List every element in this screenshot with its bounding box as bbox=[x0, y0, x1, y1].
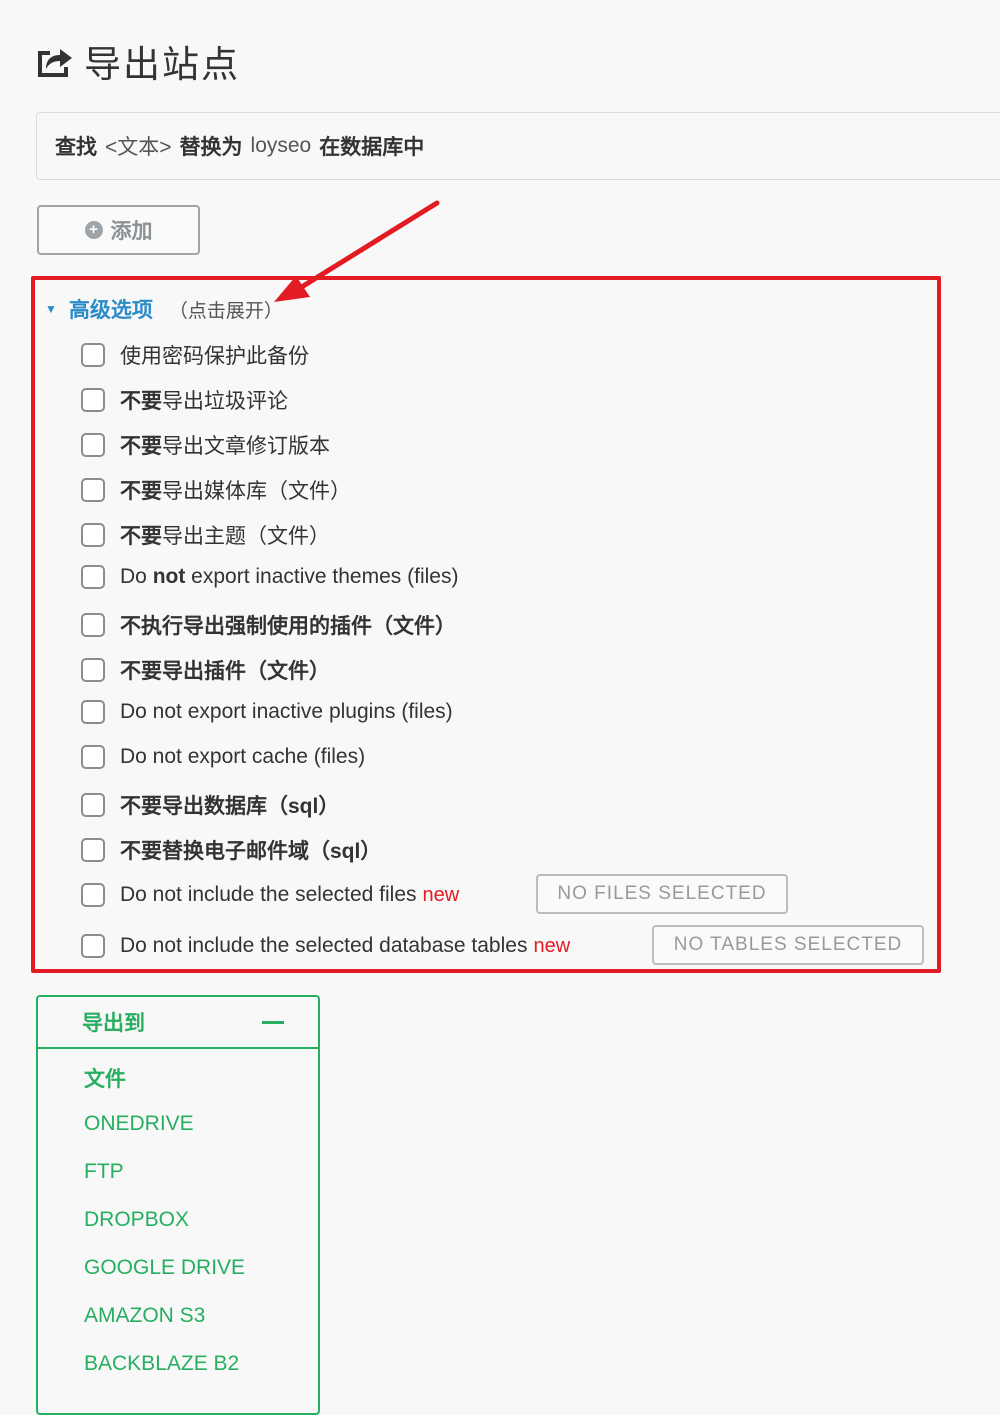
page-title: 导出站点 bbox=[84, 44, 240, 85]
option-label: Do not include the selected database tab… bbox=[120, 934, 528, 957]
option-label: Do not export inactive themes (files) bbox=[120, 565, 459, 588]
checkbox[interactable] bbox=[81, 700, 105, 724]
search-replace-row: 查找 <文本> 替换为 loyseo 在数据库中 bbox=[36, 112, 1000, 180]
option-no-inactive-themes[interactable]: Do not export inactive themes (files) bbox=[81, 565, 458, 589]
replace-label: 替换为 bbox=[179, 136, 243, 159]
checkbox[interactable] bbox=[81, 523, 105, 547]
option-no-themes[interactable]: 不要导出主题（文件） bbox=[81, 520, 330, 550]
plus-circle-icon: + bbox=[84, 221, 103, 239]
collapse-icon[interactable] bbox=[262, 1020, 284, 1024]
option-no-plugins[interactable]: 不要导出插件（文件） bbox=[81, 655, 330, 685]
new-badge: new bbox=[533, 934, 571, 957]
export-to-ftp[interactable]: FTP bbox=[84, 1160, 124, 1184]
checkbox[interactable] bbox=[81, 883, 105, 907]
option-label: 不要导出媒体库（文件） bbox=[120, 480, 351, 503]
export-to-backblaze-b2[interactable]: BACKBLAZE B2 bbox=[84, 1352, 239, 1376]
option-label: 使用密码保护此备份 bbox=[120, 345, 309, 368]
export-to-onedrive[interactable]: ONEDRIVE bbox=[84, 1112, 194, 1136]
checkbox[interactable] bbox=[81, 613, 105, 637]
find-label: 查找 bbox=[55, 136, 97, 159]
option-label: 不执行导出强制使用的插件（文件） bbox=[120, 615, 456, 638]
export-to-dropbox[interactable]: DROPBOX bbox=[84, 1208, 189, 1232]
checkbox[interactable] bbox=[81, 745, 105, 769]
export-to-title: 导出到 bbox=[82, 1012, 145, 1035]
checkbox[interactable] bbox=[81, 478, 105, 502]
option-label: 不要导出数据库（sql） bbox=[120, 795, 340, 818]
advanced-options-hint: （点击展开） bbox=[168, 300, 283, 322]
option-label: 不要导出文章修订版本 bbox=[120, 435, 330, 458]
export-to-header[interactable]: 导出到 bbox=[38, 997, 318, 1049]
option-no-spam-comments[interactable]: 不要导出垃圾评论 bbox=[81, 385, 288, 415]
add-button-label: 添加 bbox=[110, 220, 153, 243]
page-header: 导出站点 bbox=[34, 34, 240, 88]
new-badge: new bbox=[422, 883, 460, 906]
replace-value[interactable]: loyseo bbox=[251, 134, 312, 158]
option-label: 不要替换电子邮件域（sql） bbox=[120, 840, 382, 863]
option-no-database[interactable]: 不要导出数据库（sql） bbox=[81, 790, 339, 820]
advanced-options-title: 高级选项 bbox=[68, 299, 153, 322]
checkbox[interactable] bbox=[81, 838, 105, 862]
checkbox[interactable] bbox=[81, 343, 105, 367]
option-label: 不要导出插件（文件） bbox=[120, 660, 330, 683]
in-database-label: 在数据库中 bbox=[319, 136, 425, 159]
option-exclude-files[interactable]: Do not include the selected files new bbox=[81, 883, 459, 907]
option-no-cache[interactable]: Do not export cache (files) bbox=[81, 745, 365, 769]
option-no-must-use-plugins[interactable]: 不执行导出强制使用的插件（文件） bbox=[81, 610, 456, 640]
export-to-panel: 导出到 文件 ONEDRIVE FTP DROPBOX GOOGLE DRIVE… bbox=[36, 995, 320, 1415]
option-label: Do not export cache (files) bbox=[120, 745, 366, 768]
checkbox[interactable] bbox=[81, 565, 105, 589]
option-label: 不要导出垃圾评论 bbox=[120, 390, 288, 413]
option-no-media[interactable]: 不要导出媒体库（文件） bbox=[81, 475, 351, 505]
option-no-email-replace[interactable]: 不要替换电子邮件域（sql） bbox=[81, 835, 381, 865]
select-files-button[interactable]: NO FILES SELECTED bbox=[536, 874, 788, 914]
find-text-placeholder[interactable]: <文本> bbox=[105, 131, 172, 161]
checkbox[interactable] bbox=[81, 433, 105, 457]
export-to-file[interactable]: 文件 bbox=[84, 1063, 126, 1093]
add-button[interactable]: + 添加 bbox=[37, 205, 200, 255]
export-to-amazon-s3[interactable]: AMAZON S3 bbox=[84, 1304, 205, 1328]
advanced-options-panel: ▼ 高级选项 （点击展开） 使用密码保护此备份 不要导出垃圾评论 不要导出文章修… bbox=[31, 276, 941, 973]
checkbox[interactable] bbox=[81, 934, 105, 958]
checkbox[interactable] bbox=[81, 793, 105, 817]
export-icon bbox=[38, 49, 72, 77]
option-label: 不要导出主题（文件） bbox=[120, 525, 330, 548]
option-exclude-tables[interactable]: Do not include the selected database tab… bbox=[81, 934, 570, 958]
select-tables-button[interactable]: NO TABLES SELECTED bbox=[652, 925, 924, 965]
option-password-protect[interactable]: 使用密码保护此备份 bbox=[81, 340, 309, 370]
checkbox[interactable] bbox=[81, 658, 105, 682]
advanced-options-toggle[interactable]: ▼ 高级选项 （点击展开） bbox=[45, 294, 283, 324]
option-no-revisions[interactable]: 不要导出文章修订版本 bbox=[81, 430, 330, 460]
export-to-google-drive[interactable]: GOOGLE DRIVE bbox=[84, 1256, 245, 1280]
option-label: Do not export inactive plugins (files) bbox=[120, 700, 453, 723]
caret-down-icon: ▼ bbox=[45, 302, 57, 316]
option-label: Do not include the selected files bbox=[120, 883, 417, 906]
checkbox[interactable] bbox=[81, 388, 105, 412]
option-no-inactive-plugins[interactable]: Do not export inactive plugins (files) bbox=[81, 700, 453, 724]
